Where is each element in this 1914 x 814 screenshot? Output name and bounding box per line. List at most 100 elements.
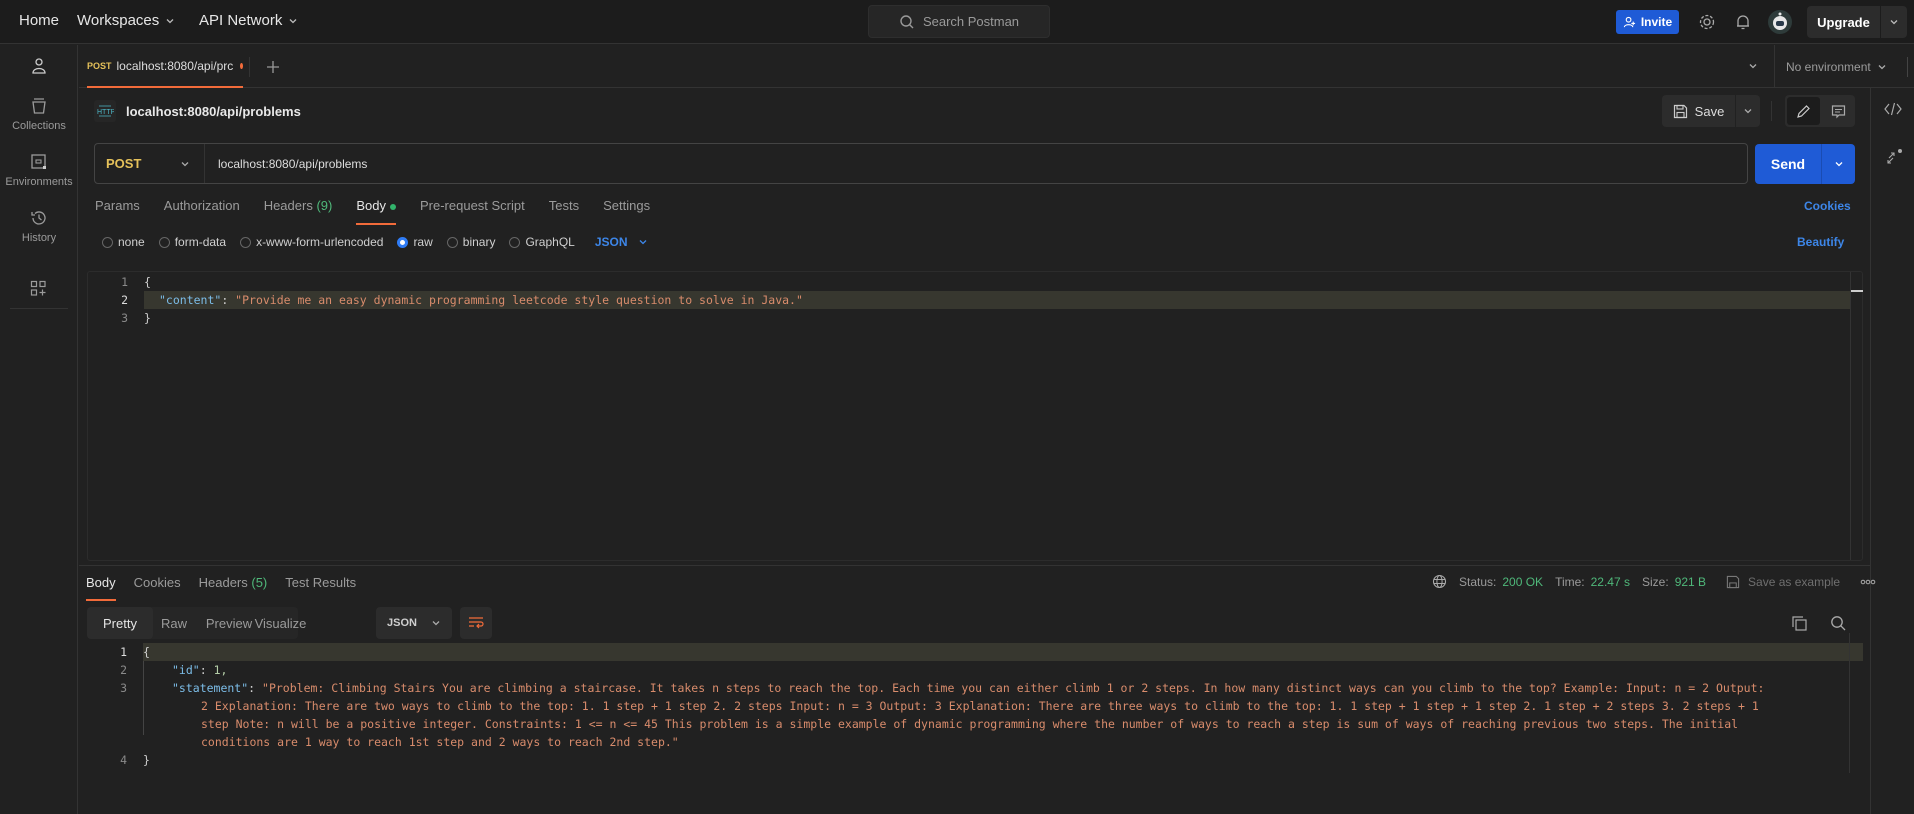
environment-select[interactable]: No environment	[1774, 45, 1899, 88]
bell-icon[interactable]	[1733, 12, 1753, 32]
response-body-viewer[interactable]: 1 { 2 "id": 1, 3 "statement": "Problem: …	[87, 633, 1863, 773]
json-string: "Provide me an easy dynamic programming …	[235, 293, 803, 307]
add-user-icon	[1623, 16, 1635, 27]
radio-x-www-form-urlencoded[interactable]: x-www-form-urlencoded	[240, 235, 383, 249]
url-input[interactable]	[205, 156, 1747, 171]
nav-api-network-label: API Network	[199, 12, 283, 29]
sidebar-divider	[10, 308, 68, 309]
svg-text:HTTP: HTTP	[97, 109, 114, 116]
beautify-link[interactable]: Beautify	[1797, 235, 1844, 249]
radio-circle	[509, 236, 521, 248]
globe-icon[interactable]	[1432, 574, 1447, 589]
radio-form-data[interactable]: form-data	[158, 235, 226, 249]
chevron-down-icon	[432, 621, 440, 626]
edit-button[interactable]	[1787, 97, 1820, 125]
more-options-icon[interactable]	[1860, 579, 1876, 585]
radio-graphql[interactable]: GraphQL	[509, 235, 575, 249]
tab-settings[interactable]: Settings	[603, 198, 650, 225]
time-value[interactable]: 22.47 s	[1591, 575, 1630, 589]
copy-icon[interactable]	[1791, 615, 1808, 632]
response-language-select[interactable]: JSON	[376, 607, 452, 639]
json-string-wrapped: step Note: n will be a positive integer.…	[201, 717, 1739, 731]
request-tab[interactable]: POST localhost:8080/api/prc	[87, 45, 243, 88]
tab-authorization[interactable]: Authorization	[164, 198, 240, 225]
time-label: Time:	[1555, 574, 1585, 589]
tab-label: Params	[95, 198, 140, 213]
code-icon[interactable]	[1884, 102, 1902, 116]
line-number: 3	[120, 681, 127, 695]
sidebar-item-collections[interactable]: Collections	[0, 97, 78, 132]
status-value[interactable]: 200 OK	[1502, 575, 1543, 589]
upgrade-dropdown[interactable]	[1881, 6, 1907, 38]
radio-binary[interactable]: binary	[446, 235, 496, 249]
response-tab-cookies[interactable]: Cookies	[134, 575, 181, 601]
save-button[interactable]: Save	[1662, 95, 1760, 127]
tab-tests[interactable]: Tests	[549, 198, 579, 225]
radio-circle	[102, 236, 113, 248]
save-icon	[1673, 104, 1687, 118]
tab-body[interactable]: Body	[356, 198, 396, 225]
body-indicator-dot	[389, 203, 396, 210]
wrap-lines-button[interactable]	[460, 607, 492, 639]
radio-none[interactable]: none	[102, 235, 145, 249]
save-label-wrap: Save	[1662, 95, 1736, 127]
view-mode-preview[interactable]: Preview	[195, 607, 263, 639]
user-icon[interactable]	[30, 57, 48, 75]
editor-scrollbar-thumb[interactable]	[1851, 290, 1863, 292]
search-icon[interactable]	[1830, 615, 1847, 632]
gear-icon[interactable]	[1697, 12, 1717, 32]
chevron-down-icon	[289, 18, 297, 23]
radio-circle	[158, 236, 170, 248]
edit-toolbar	[1785, 95, 1855, 127]
send-button[interactable]: Send	[1755, 144, 1855, 184]
tabs-dropdown-icon[interactable]	[1748, 61, 1758, 71]
json-string-wrapped: 2 Explanation: There are two ways to cli…	[201, 699, 1759, 713]
save-as-example-button[interactable]: Save as example	[1726, 575, 1840, 589]
response-tab-headers[interactable]: Headers (5)	[199, 575, 268, 601]
body-language-label: JSON	[594, 235, 628, 249]
comments-button[interactable]	[1822, 95, 1855, 127]
line-number: 2	[121, 293, 128, 307]
invite-button[interactable]: Invite	[1616, 10, 1679, 34]
json-key: "content"	[159, 293, 222, 307]
tab-title: localhost:8080/api/prc	[116, 58, 234, 73]
divider	[1907, 57, 1908, 77]
nav-api-network[interactable]: API Network	[199, 12, 298, 29]
json-string-wrapped: conditions are 1 way to reach 1st step a…	[201, 735, 679, 749]
view-mode-pretty[interactable]: Pretty	[87, 607, 153, 639]
radio-raw[interactable]: raw	[397, 235, 433, 249]
sidebar-item-environments[interactable]: Environments	[0, 153, 78, 188]
send-dropdown[interactable]	[1822, 144, 1855, 184]
nav-home[interactable]: Home	[19, 12, 59, 29]
tab-headers[interactable]: Headers (9)	[264, 198, 333, 225]
new-tab-button[interactable]	[263, 57, 283, 77]
avatar[interactable]	[1768, 10, 1792, 34]
size-value[interactable]: 921 B	[1675, 575, 1706, 589]
line-number: 1	[121, 275, 128, 289]
request-title[interactable]: localhost:8080/api/problems	[126, 104, 301, 119]
save-dropdown[interactable]	[1736, 95, 1760, 127]
search-icon	[900, 14, 914, 28]
response-tab-body[interactable]: Body	[86, 575, 116, 601]
search-input[interactable]: Search Postman	[868, 5, 1050, 38]
sidebar-item-history[interactable]: History	[0, 209, 78, 244]
request-title-row: HTTP localhost:8080/api/problems	[94, 98, 301, 124]
nav-workspaces[interactable]: Workspaces	[77, 12, 175, 29]
radio-label: binary	[462, 235, 496, 249]
method-select[interactable]: POST	[95, 144, 205, 183]
active-line-highlight	[143, 643, 1863, 661]
view-mode-visualize[interactable]: Visualize	[255, 607, 307, 639]
response-divider[interactable]	[79, 565, 1870, 566]
cookies-link[interactable]: Cookies	[1804, 199, 1851, 213]
view-mode-raw[interactable]: Raw	[153, 607, 195, 639]
response-tab-test-results[interactable]: Test Results	[285, 575, 356, 601]
related-collections-icon[interactable]	[1884, 148, 1904, 166]
tab-params[interactable]: Params	[95, 198, 140, 225]
upgrade-button[interactable]: Upgrade	[1807, 6, 1907, 38]
tab-pre-request-script[interactable]: Pre-request Script	[420, 198, 525, 225]
code-line: "content": "Provide me an easy dynamic p…	[159, 293, 803, 307]
add-apps-icon[interactable]	[30, 280, 47, 297]
request-body-editor[interactable]: 1 { 2 "content": "Provide me an easy dyn…	[87, 271, 1863, 561]
environment-label: No environment	[1786, 59, 1871, 74]
body-language-select[interactable]: JSON	[595, 235, 648, 249]
